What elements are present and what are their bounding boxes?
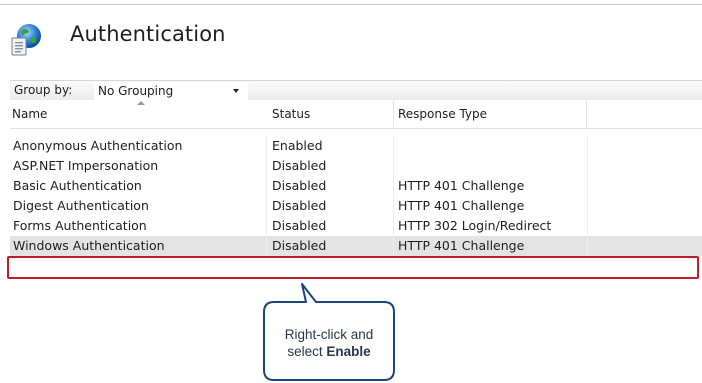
- column-divider: [266, 136, 267, 156]
- row-name: ASP.NET Impersonation: [13, 158, 159, 173]
- column-divider: [266, 176, 267, 196]
- callout-enable-keyword: Enable: [326, 344, 371, 359]
- table-row[interactable]: Basic Authentication Disabled HTTP 401 C…: [10, 176, 702, 196]
- row-name: Basic Authentication: [13, 178, 142, 193]
- column-header-status[interactable]: Status: [268, 100, 394, 129]
- column-divider: [266, 236, 267, 256]
- column-divider: [393, 136, 394, 156]
- column-divider: [393, 196, 394, 216]
- row-response-type: HTTP 401 Challenge: [398, 238, 525, 253]
- column-divider: [587, 216, 588, 236]
- column-divider: [393, 156, 394, 176]
- highlight-frame: [7, 256, 699, 279]
- column-header-name[interactable]: Name: [10, 100, 269, 129]
- callout-line-2: select Enable: [254, 343, 404, 360]
- row-name: Windows Authentication: [13, 238, 165, 253]
- column-divider: [587, 176, 588, 196]
- row-status: Disabled: [272, 198, 327, 213]
- callout-text: Right-click and select Enable: [254, 326, 404, 360]
- column-header-empty[interactable]: [587, 100, 702, 129]
- column-header-status-label: Status: [272, 107, 311, 121]
- column-divider: [266, 196, 267, 216]
- row-response-type: HTTP 401 Challenge: [398, 178, 525, 193]
- page-title: Authentication: [70, 22, 226, 46]
- column-divider: [266, 156, 267, 176]
- sort-ascending-icon: [137, 101, 145, 105]
- group-by-toolbar: Group by: No Grouping: [10, 80, 702, 101]
- callout-line-2-prefix: select: [287, 344, 327, 359]
- column-header-response-type[interactable]: Response Type: [394, 100, 587, 129]
- column-divider: [587, 136, 588, 156]
- row-status: Disabled: [272, 218, 327, 233]
- group-by-label: Group by:: [14, 83, 73, 97]
- row-status: Enabled: [272, 138, 323, 153]
- table-row-selected[interactable]: Windows Authentication Disabled HTTP 401…: [10, 236, 702, 256]
- row-name: Anonymous Authentication: [13, 138, 183, 153]
- row-status: Disabled: [272, 158, 327, 173]
- table-row[interactable]: Anonymous Authentication Enabled: [10, 136, 702, 156]
- column-divider: [393, 216, 394, 236]
- table-row[interactable]: Forms Authentication Disabled HTTP 302 L…: [10, 216, 702, 236]
- row-name: Digest Authentication: [13, 198, 149, 213]
- row-name: Forms Authentication: [13, 218, 147, 233]
- column-header-name-label: Name: [12, 107, 48, 121]
- row-status: Disabled: [272, 238, 327, 253]
- top-divider: [0, 4, 702, 5]
- column-divider: [393, 236, 394, 256]
- column-divider: [393, 176, 394, 196]
- authentication-globe-icon: [11, 24, 41, 56]
- row-response-type: HTTP 401 Challenge: [398, 198, 525, 213]
- chevron-down-icon: [233, 89, 239, 93]
- table-row[interactable]: Digest Authentication Disabled HTTP 401 …: [10, 196, 702, 216]
- row-response-type: HTTP 302 Login/Redirect: [398, 218, 552, 233]
- table-body: Anonymous Authentication Enabled ASP.NET…: [10, 136, 702, 256]
- column-divider: [587, 156, 588, 176]
- column-divider: [587, 236, 588, 256]
- callout-line-1: Right-click and: [284, 327, 374, 342]
- column-divider: [266, 216, 267, 236]
- group-by-dropdown[interactable]: No Grouping: [94, 82, 248, 100]
- column-header-response-type-label: Response Type: [398, 107, 488, 121]
- row-status: Disabled: [272, 178, 327, 193]
- table-row[interactable]: ASP.NET Impersonation Disabled: [10, 156, 702, 176]
- column-divider: [587, 196, 588, 216]
- group-by-value: No Grouping: [98, 84, 174, 98]
